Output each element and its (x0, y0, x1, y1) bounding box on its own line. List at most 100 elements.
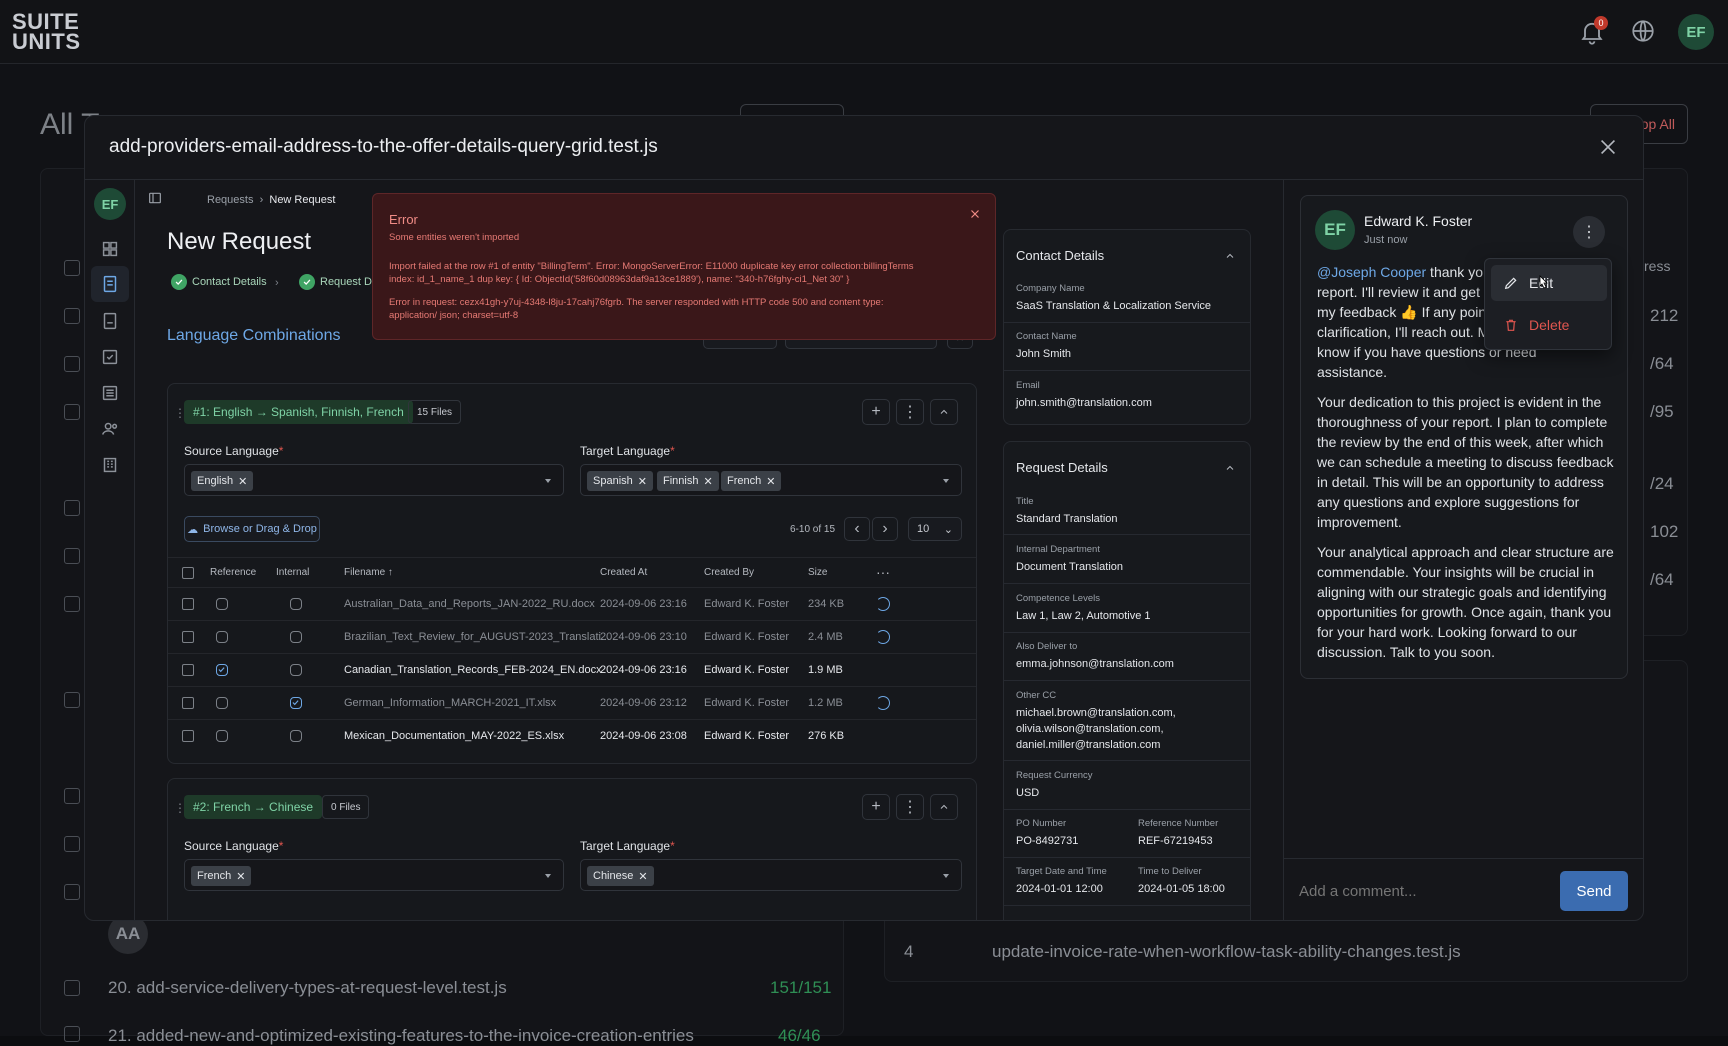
list-icon[interactable] (99, 382, 121, 404)
bg-checkbox[interactable] (64, 356, 80, 372)
file-created-at: 2024-09-06 23:16 (600, 664, 687, 676)
bg-checkbox[interactable] (64, 836, 80, 852)
rail-avatar[interactable]: EF (94, 188, 126, 220)
table-row[interactable]: Mexican_Documentation_MAY-2022_ES.xlsx 20… (168, 719, 976, 752)
row-checkbox[interactable] (182, 598, 194, 610)
bg-checkbox[interactable] (64, 260, 80, 276)
bg-checkbox[interactable] (64, 308, 80, 324)
breadcrumb: Requests › New Request (207, 194, 336, 206)
comment-input[interactable] (1299, 877, 1549, 905)
reference-checkbox[interactable] (216, 631, 228, 643)
row-checkbox[interactable] (182, 631, 194, 643)
internal-checkbox[interactable] (290, 730, 302, 742)
table-row[interactable]: Brazilian_Text_Review_for_AUGUST-2023_Tr… (168, 620, 976, 653)
source-language-select[interactable]: English ✕ (184, 464, 564, 496)
bell-icon[interactable]: 0 (1578, 16, 1608, 46)
select-all-checkbox[interactable] (182, 567, 194, 579)
edit-menu-item[interactable]: Edit (1491, 265, 1607, 301)
bg-checkbox[interactable] (64, 404, 80, 420)
remove-icon[interactable]: ✕ (238, 475, 247, 488)
language-chip[interactable]: French ✕ (721, 471, 782, 491)
bg-checkbox[interactable] (64, 884, 80, 900)
target-language-select[interactable]: Chinese ✕ (580, 859, 962, 891)
reference-checkbox[interactable] (216, 664, 228, 676)
remove-icon[interactable]: ✕ (638, 475, 647, 488)
page-size-select[interactable]: 10 ⌄ (908, 517, 962, 541)
browse-files-button[interactable]: ☁ Browse or Drag & Drop (184, 516, 320, 542)
remove-icon[interactable]: ✕ (703, 475, 712, 488)
close-icon[interactable] (969, 208, 981, 220)
bg-checkbox[interactable] (64, 500, 80, 516)
breadcrumb-requests[interactable]: Requests (207, 194, 253, 206)
column-reference[interactable]: Reference (210, 567, 256, 578)
language-chip[interactable]: French ✕ (191, 866, 252, 886)
more-vertical-icon[interactable]: ⋮ (1573, 216, 1605, 248)
delete-menu-item[interactable]: Delete (1491, 307, 1607, 343)
globe-icon[interactable] (1630, 18, 1658, 46)
user-avatar[interactable]: EF (1678, 14, 1714, 50)
dashboard-icon[interactable] (99, 238, 121, 260)
row-checkbox[interactable] (182, 730, 194, 742)
column-size[interactable]: Size (808, 567, 827, 578)
column-created-by[interactable]: Created By (704, 567, 754, 578)
field-other-cc: Other CC michael.brown@translation.com, o… (1016, 690, 1176, 751)
internal-checkbox[interactable] (290, 697, 302, 709)
bg-checkbox[interactable] (64, 692, 80, 708)
source-language-select[interactable]: French ✕ (184, 859, 564, 891)
prev-page-icon[interactable]: ‹ (844, 517, 870, 541)
chevron-up-icon[interactable] (1224, 462, 1236, 474)
modal-title: add-providers-email-address-to-the-offer… (109, 136, 658, 157)
requests-icon[interactable] (99, 273, 121, 295)
bg-checkbox[interactable] (64, 788, 80, 804)
internal-checkbox[interactable] (290, 664, 302, 676)
row-checkbox[interactable] (182, 664, 194, 676)
table-row[interactable]: German_Information_MARCH-2021_IT.xlsx 202… (168, 686, 976, 719)
sidebar-toggle-icon[interactable] (147, 190, 165, 208)
close-icon[interactable] (1597, 136, 1621, 160)
bg-checkbox[interactable] (64, 980, 80, 996)
language-chip[interactable]: Spanish ✕ (587, 471, 653, 491)
bg-checkbox[interactable] (64, 1026, 80, 1042)
language-chip[interactable]: Chinese ✕ (587, 866, 654, 886)
next-page-icon[interactable]: › (872, 517, 898, 541)
table-row[interactable]: Canadian_Translation_Records_FEB-2024_EN… (168, 653, 976, 686)
building-icon[interactable] (99, 454, 121, 476)
loading-spinner-icon (876, 597, 890, 611)
send-button[interactable]: Send (1560, 871, 1628, 911)
language-chip[interactable]: Finnish ✕ (657, 471, 719, 491)
remove-icon[interactable]: ✕ (638, 870, 647, 883)
add-icon[interactable]: + (862, 399, 890, 425)
reference-checkbox[interactable] (216, 697, 228, 709)
more-vertical-icon[interactable]: ⋮ (896, 794, 924, 820)
users-icon[interactable] (99, 418, 121, 440)
bg-checkbox[interactable] (64, 596, 80, 612)
tasks-icon[interactable] (99, 346, 121, 368)
reference-checkbox[interactable] (216, 598, 228, 610)
step-contact-details[interactable]: Contact Details (171, 274, 267, 290)
app-logo[interactable]: SUITE UNITS (12, 11, 81, 53)
chevron-up-icon[interactable] (930, 399, 958, 425)
internal-checkbox[interactable] (290, 631, 302, 643)
internal-checkbox[interactable] (290, 598, 302, 610)
more-vertical-icon[interactable]: ⋮ (896, 399, 924, 425)
add-icon[interactable]: + (862, 794, 890, 820)
column-filename[interactable]: Filename ↑ (344, 567, 393, 578)
row-checkbox[interactable] (182, 697, 194, 709)
chevron-up-icon[interactable] (930, 794, 958, 820)
more-horizontal-icon[interactable]: ··· (876, 564, 890, 580)
trash-icon (1503, 317, 1519, 333)
divider (1004, 760, 1250, 761)
column-internal[interactable]: Internal (276, 567, 309, 578)
mention-link[interactable]: @Joseph Cooper (1317, 264, 1426, 280)
document-icon[interactable] (99, 310, 121, 332)
chevron-up-icon[interactable] (1224, 250, 1236, 262)
remove-icon[interactable]: ✕ (766, 475, 775, 488)
target-language-select[interactable]: Spanish ✕ Finnish ✕ French ✕ (580, 464, 962, 496)
remove-icon[interactable]: ✕ (236, 870, 245, 883)
bg-row-20-label: 20. add-service-delivery-types-at-reques… (108, 978, 507, 997)
language-chip[interactable]: English ✕ (191, 471, 254, 491)
table-row[interactable]: Australian_Data_and_Reports_JAN-2022_RU.… (168, 587, 976, 620)
reference-checkbox[interactable] (216, 730, 228, 742)
bg-checkbox[interactable] (64, 548, 80, 564)
column-created-at[interactable]: Created At (600, 567, 647, 578)
